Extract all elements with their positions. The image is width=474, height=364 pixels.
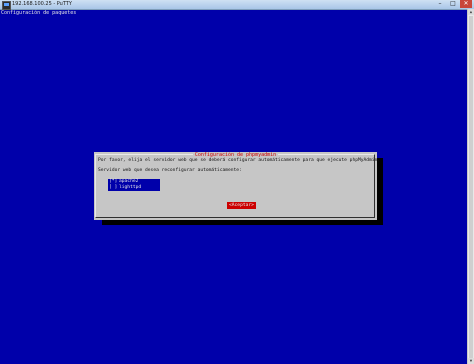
putty-icon[interactable]	[2, 1, 11, 10]
config-dialog: Configuración de phpmyadmin Por favor, e…	[94, 152, 381, 220]
terminal-header: Configuración de paquetes	[1, 10, 77, 16]
dialog-message: Por favor, elija el servidor web que se …	[98, 158, 381, 163]
dialog-question: Servidor web que desea reconfigurar auto…	[98, 168, 242, 173]
close-icon[interactable]: ✕	[460, 0, 472, 8]
option-label: lighttpd	[119, 185, 142, 190]
minimize-icon[interactable]: –	[434, 0, 446, 8]
putty-window: 192.168.100.25 - PuTTY – □ ✕ Configuraci…	[0, 0, 474, 364]
webserver-options: [*] apache2 [ ] lighttpd	[108, 179, 160, 194]
checkbox-lighttpd[interactable]: [ ]	[109, 185, 119, 191]
terminal-scrollbar[interactable]: ▲ ▼	[467, 9, 474, 364]
option-lighttpd[interactable]: [ ] lighttpd	[108, 185, 160, 191]
window-title: 192.168.100.25 - PuTTY	[12, 1, 72, 7]
scroll-down-icon[interactable]: ▼	[468, 358, 474, 364]
scroll-up-icon[interactable]: ▲	[468, 9, 474, 15]
title-bar[interactable]: 192.168.100.25 - PuTTY – □ ✕	[0, 0, 474, 10]
scrollbar-thumb[interactable]	[469, 16, 473, 362]
option-label: apache2	[119, 179, 139, 184]
maximize-icon[interactable]: □	[447, 0, 459, 8]
window-controls: – □ ✕	[434, 0, 472, 8]
accept-button[interactable]: <Aceptar>	[227, 202, 256, 209]
